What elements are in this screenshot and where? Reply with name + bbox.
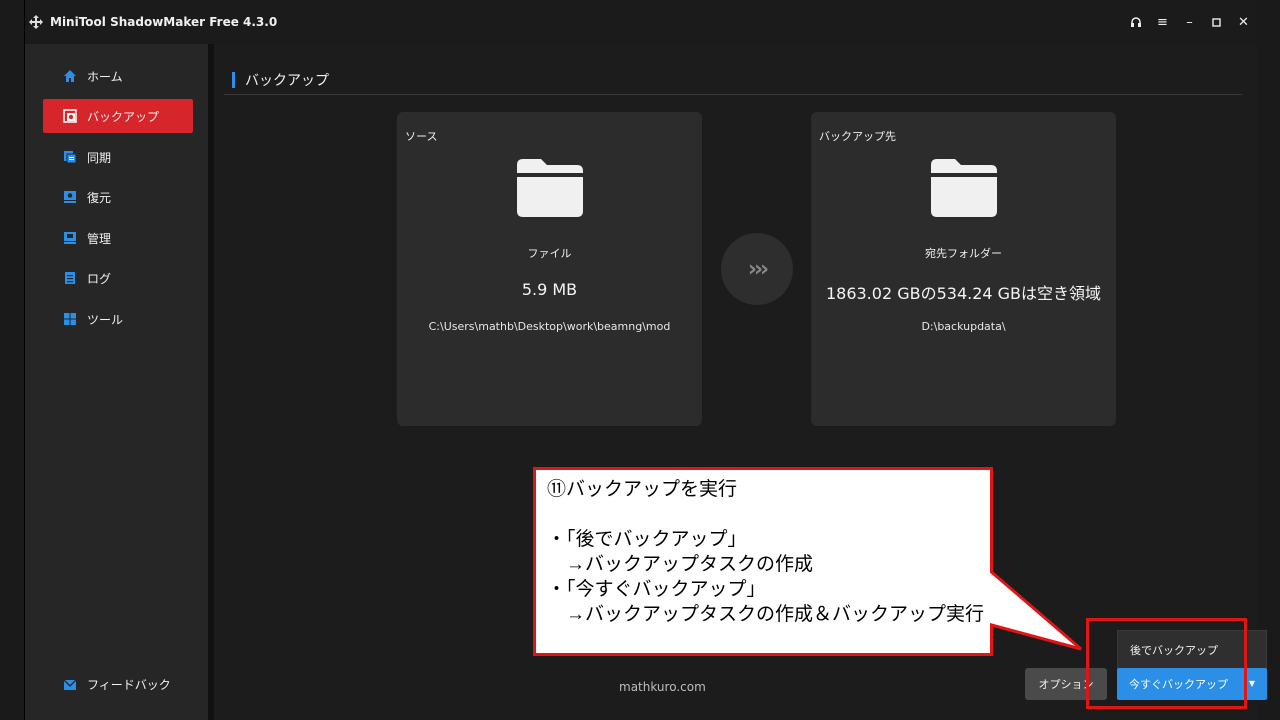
- source-path: C:\Users\mathb\Desktop\work\beamng\mod: [428, 320, 671, 333]
- annotation-text: ⑪バックアップを実行 ・「後でバックアップ」 →バックアップタスクの作成 ・「今…: [547, 479, 985, 625]
- destination-label: バックアップ先: [819, 130, 896, 143]
- destination-type: 宛先フォルダー: [925, 247, 1002, 260]
- backup-icon: [63, 109, 77, 123]
- window-controls: ≡ – ✕: [1122, 0, 1257, 44]
- app-logo-icon: [29, 15, 43, 29]
- headset-icon[interactable]: [1122, 11, 1149, 33]
- watermark: mathkuro.com: [619, 680, 706, 694]
- feedback-label: フィードバック: [87, 678, 171, 692]
- page-title: バックアップ: [232, 70, 329, 90]
- sidebar-item-label: ログ: [87, 271, 112, 286]
- source-type: ファイル: [527, 247, 572, 260]
- tools-icon: [64, 313, 76, 325]
- chevron-down-icon[interactable]: ▼: [1249, 679, 1255, 688]
- forward-arrows-icon: ›››: [721, 233, 793, 305]
- header-divider: [224, 94, 1242, 95]
- home-icon: [64, 70, 76, 82]
- sidebar-item-label: ツール: [87, 312, 124, 327]
- sidebar-item-tools[interactable]: ツール: [43, 302, 193, 336]
- sidebar-item-label: バックアップ: [87, 109, 160, 124]
- folder-icon: [930, 159, 997, 217]
- log-icon: [65, 272, 75, 284]
- close-icon[interactable]: ✕: [1230, 11, 1257, 33]
- page-title-text: バックアップ: [245, 73, 329, 89]
- header-accent-bar: [232, 72, 235, 88]
- manage-icon: [64, 232, 76, 244]
- sidebar: ホーム バックアップ 同期 復元 管理 ログ ツール フィードバック: [25, 44, 208, 720]
- sync-icon: [64, 151, 77, 164]
- sidebar-item-label: ホーム: [87, 69, 123, 84]
- menu-icon[interactable]: ≡: [1149, 11, 1176, 33]
- sidebar-item-label: 復元: [87, 190, 112, 205]
- minimize-icon[interactable]: –: [1176, 11, 1203, 33]
- sidebar-item-manage[interactable]: 管理: [43, 221, 193, 255]
- highlight-frame: [1086, 618, 1247, 709]
- source-size: 5.9 MB: [521, 280, 578, 299]
- sidebar-item-label: 管理: [87, 231, 112, 246]
- sidebar-item-sync[interactable]: 同期: [43, 140, 193, 174]
- destination-space: 1863.02 GBの534.24 GBは空き領域: [825, 284, 1102, 303]
- feedback-button[interactable]: フィードバック: [63, 676, 171, 693]
- destination-path: D:\backupdata\: [921, 320, 1006, 333]
- sidebar-item-log[interactable]: ログ: [43, 261, 193, 295]
- sidebar-item-home[interactable]: ホーム: [43, 59, 193, 93]
- restore-icon: [64, 191, 76, 203]
- sidebar-item-backup[interactable]: バックアップ: [43, 99, 193, 133]
- app-title: MiniTool ShadowMaker Free 4.3.0: [50, 15, 278, 29]
- source-card[interactable]: ソース ファイル 5.9 MB C:\Users\mathb\Desktop\w…: [397, 112, 702, 426]
- folder-icon: [516, 159, 583, 217]
- source-label: ソース: [405, 130, 438, 143]
- maximize-icon[interactable]: [1203, 11, 1230, 33]
- title-bar: MiniTool ShadowMaker Free 4.3.0 ≡ – ✕: [25, 0, 1257, 44]
- annotation-callout: ⑪バックアップを実行 ・「後でバックアップ」 →バックアップタスクの作成 ・「今…: [533, 467, 1082, 656]
- sidebar-item-restore[interactable]: 復元: [43, 180, 193, 214]
- destination-card[interactable]: バックアップ先 宛先フォルダー 1863.02 GBの534.24 GBは空き領…: [811, 112, 1116, 426]
- mail-icon: [63, 679, 77, 690]
- sidebar-item-label: 同期: [87, 150, 112, 165]
